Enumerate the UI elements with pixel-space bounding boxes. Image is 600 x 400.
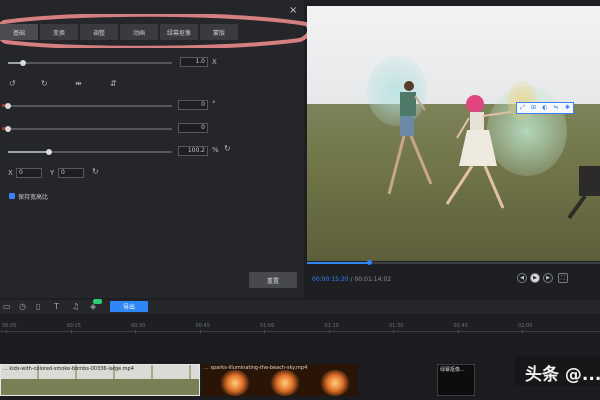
reset-button[interactable]: 重置 [249,272,297,288]
current-time: 00:00:15:20 [312,276,349,283]
ruler-tick-label: 01:15 [324,323,339,329]
play-button[interactable]: ▶ [530,273,540,283]
tab-transform[interactable]: 变换 [40,24,78,40]
rotation-unit: ° [212,100,216,108]
opacity-slider[interactable] [5,126,172,132]
video-preview[interactable] [307,6,600,261]
y-input[interactable]: 0 [58,168,84,178]
ruler-tick-label: 00:15 [66,323,81,329]
x-label: X [8,169,13,177]
keep-ratio-checkbox[interactable] [9,193,15,199]
fullscreen-button[interactable]: ⛶ [558,273,568,283]
new-badge [93,299,102,304]
next-frame-button[interactable]: ▶ [543,273,553,283]
split-icon[interactable]: ▭ [3,302,11,311]
ruler-tick [522,330,523,333]
ruler-tick-label: 00:45 [195,323,210,329]
ruler-tick [199,330,201,333]
mirror-icon[interactable]: ⇋ [554,105,559,111]
playback-progress-fill [307,262,369,264]
ruler-tick [457,330,459,333]
reset-position-icon[interactable]: ↻ [92,168,99,176]
export-button[interactable]: 导出 [110,301,148,312]
tab-bar: 基础 变换 调整 动画 绿幕抠像 蒙版 [0,14,314,48]
resize-icon[interactable]: ⤢ [520,105,525,111]
ruler-tick [264,330,265,333]
video-clip[interactable]: ... sparks-illuminating-the-beach-sky.mp… [202,364,358,396]
tab-basic[interactable]: 基础 [0,24,38,40]
ruler-tick-label: 00:30 [131,323,146,329]
ruler-tick-label: 00:00 [2,323,17,329]
speed-icon[interactable]: ◷ [19,302,26,311]
music-icon[interactable]: ♫ [72,302,79,311]
settings-icon[interactable]: ✱ [565,105,570,111]
ruler-tick-label: 01:30 [389,323,404,329]
ruler-tick [6,330,7,333]
keep-ratio-label: 保持宽高比 [18,194,49,201]
x-input[interactable]: 0 [16,168,42,178]
playback-progress[interactable] [307,260,600,265]
speed-slider-knob[interactable] [20,60,26,66]
record-icon[interactable]: ▯ [36,302,40,311]
time-display: 00:00:15:20 / 00:01:14:02 [312,276,391,283]
reset-scale-icon[interactable]: ↻ [224,145,231,153]
scale-unit: % [212,146,219,154]
video-clip[interactable]: ... kids-with-colored-smoke-bombs-00336-… [0,364,200,396]
clip-thumbnail [320,370,350,396]
opacity-slider-knob[interactable] [5,126,11,132]
clip-title: ... kids-with-colored-smoke-bombs-00336-… [3,366,134,372]
y-label: Y [50,169,55,177]
tab-mask[interactable]: 蒙版 [200,24,238,40]
scale-slider-knob[interactable] [46,149,52,155]
rotate-right-icon[interactable]: ↻ [41,80,48,88]
opacity-input[interactable]: 0 [178,123,208,133]
tab-list: 基础 变换 调整 动画 绿幕抠像 蒙版 [0,24,238,40]
timeline-ruler[interactable] [0,318,600,332]
watermark: 头条 @... [525,365,600,385]
scale-slider-fill [8,151,49,153]
tab-animation[interactable]: 动画 [120,24,158,40]
tab-chroma-key[interactable]: 绿幕抠像 [160,24,198,40]
scale-slider[interactable] [8,149,172,155]
ruler-tick [70,330,72,333]
ruler-tick [135,330,136,333]
crop-icon[interactable]: ⊞ [531,105,536,111]
flip-horizontal-icon[interactable]: ⇹ [75,80,82,88]
ruler-tick [328,330,330,333]
clip-title: 绿幕抠像... [440,367,465,373]
green-screen-clip[interactable]: 绿幕抠像... [437,364,475,396]
speed-slider[interactable] [8,60,172,66]
ruler-tick [393,330,394,333]
prev-frame-button[interactable]: ◀ [517,273,527,283]
total-time: 00:01:14:02 [354,276,392,283]
tab-adjust[interactable]: 调整 [80,24,118,40]
text-icon[interactable]: T [54,302,59,311]
ruler-tick-label: 01:45 [453,323,468,329]
clip-thumbnail [270,370,300,396]
rotation-slider-knob[interactable] [5,103,11,109]
preview-people [387,81,600,220]
rotate-left-icon[interactable]: ↺ [9,80,16,88]
flip-icon[interactable]: ◐ [542,105,547,111]
export-label: 导出 [122,304,135,311]
speed-input[interactable]: 1.0 [180,57,208,67]
clip-title: ... sparks-illuminating-the-beach-sky.mp… [204,365,308,371]
clip-thumbnail [220,370,250,396]
ruler-tick-label: 02:00 [518,323,533,329]
scale-input[interactable]: 100.2 [178,146,208,156]
clip-thumbnail [1,379,199,395]
ruler-tick-label: 01:00 [260,323,275,329]
rotation-input[interactable]: 0 [178,100,208,110]
video-edit-toolbar: ⤢ ⊞ ◐ ⇋ ✱ [516,102,574,114]
rotation-slider[interactable] [5,103,172,109]
flip-vertical-icon[interactable]: ⇵ [110,80,117,88]
playback-progress-knob[interactable] [366,260,372,265]
speed-unit: X [212,58,217,66]
